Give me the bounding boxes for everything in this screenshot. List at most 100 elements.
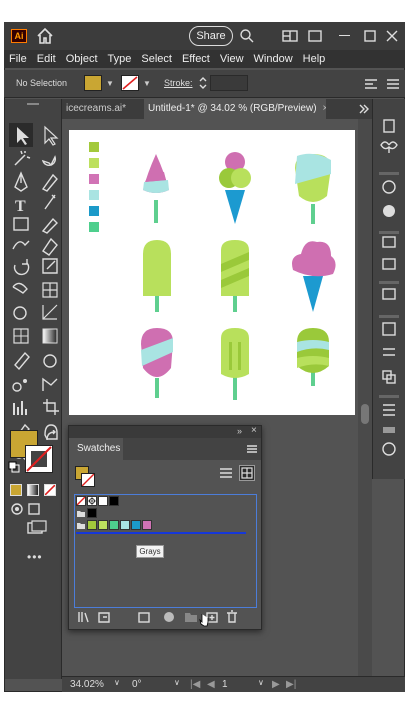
palette-swatch[interactable]	[89, 142, 99, 152]
panel-menu-icon[interactable]	[386, 78, 400, 90]
graph-tool-icon[interactable]	[13, 401, 27, 415]
properties-icon[interactable]	[383, 119, 395, 133]
artboard[interactable]	[69, 130, 355, 415]
curvature-tool-icon[interactable]	[41, 173, 58, 192]
popsicle-lime[interactable]	[143, 240, 171, 312]
delete-swatch-icon[interactable]	[227, 610, 237, 623]
blend-tool-icon[interactable]	[43, 354, 57, 368]
palette-swatch[interactable]	[89, 222, 99, 232]
free-transform-tool-icon[interactable]	[42, 282, 58, 298]
swatch-registration[interactable]	[87, 496, 97, 506]
folder-icon[interactable]	[76, 508, 86, 518]
stroke-weight-field[interactable]	[210, 75, 248, 91]
default-fill-stroke-icon[interactable]	[8, 461, 20, 473]
group-swatch[interactable]	[87, 520, 97, 530]
search-icon[interactable]	[239, 28, 255, 44]
column-graph-tool-icon[interactable]	[42, 377, 58, 391]
stepper-icon[interactable]	[199, 76, 207, 90]
tab-untitled[interactable]: Untitled-1* @ 34.02 % (RGB/Preview) ×	[144, 99, 326, 119]
gradient-mode-button[interactable]	[27, 484, 39, 496]
first-artboard-icon[interactable]: |◀	[190, 679, 200, 690]
stroke-color-box[interactable]	[25, 445, 53, 473]
group-swatch[interactable]	[98, 520, 108, 530]
popsicle-pink-mint[interactable]	[141, 328, 173, 398]
align-panel-icon[interactable]	[383, 348, 395, 356]
gradient-panel-icon[interactable]	[383, 427, 395, 433]
pen-tool-icon[interactable]	[14, 171, 28, 192]
layers-icon[interactable]	[382, 236, 396, 248]
paintbrush-tool-icon[interactable]	[41, 217, 58, 234]
eyedropper-tool-icon[interactable]	[14, 351, 30, 371]
warp-tool-icon[interactable]	[12, 282, 28, 294]
zoom-level[interactable]: 34.02%	[70, 679, 104, 690]
more-tabs-icon[interactable]	[358, 104, 370, 114]
screen-mode-icon[interactable]	[27, 520, 47, 536]
artboards-icon[interactable]	[382, 288, 396, 300]
stroke-swatch[interactable]	[121, 75, 139, 91]
shape-builder-tool-icon[interactable]	[13, 306, 27, 320]
rotation-value[interactable]: 0°	[132, 679, 142, 690]
swatch-libraries-icon[interactable]	[78, 612, 89, 623]
group-swatch[interactable]	[109, 520, 119, 530]
menu-file[interactable]: File	[4, 50, 32, 68]
close-icon[interactable]: ×	[251, 425, 257, 436]
menu-edit[interactable]: Edit	[32, 50, 61, 68]
swatch-gray[interactable]	[87, 508, 97, 518]
menu-view[interactable]: View	[215, 50, 249, 68]
stroke-label[interactable]: Stroke:	[164, 78, 193, 88]
icecream-cone[interactable]	[219, 152, 251, 224]
eraser-tool-icon[interactable]	[42, 237, 58, 256]
show-swatch-kinds-icon[interactable]	[138, 612, 150, 623]
rotate-tool-icon[interactable]	[13, 259, 30, 276]
draw-behind-icon[interactable]	[27, 502, 41, 516]
minimize-button[interactable]	[339, 35, 350, 36]
folder-icon[interactable]	[76, 520, 86, 530]
next-artboard-icon[interactable]: ▶	[272, 679, 280, 690]
menu-effect[interactable]: Effect	[177, 50, 215, 68]
group-swatch[interactable]	[142, 520, 152, 530]
panel-header[interactable]: » ×	[69, 425, 261, 438]
none-mode-button[interactable]	[44, 484, 56, 496]
group-swatch[interactable]	[131, 520, 141, 530]
symbol-sprayer-tool-icon[interactable]	[12, 382, 22, 392]
draw-mode-icon[interactable]	[10, 502, 24, 516]
popsicle-rocket[interactable]	[143, 154, 169, 223]
symbols-icon[interactable]	[380, 141, 398, 153]
more-tools-icon[interactable]: •••	[27, 550, 43, 564]
panel-menu-icon[interactable]	[247, 444, 257, 454]
place-swatches-icon[interactable]	[98, 612, 110, 623]
swatch-white[interactable]	[98, 496, 108, 506]
popsicle-striped[interactable]	[295, 153, 331, 224]
palette-swatch[interactable]	[89, 190, 99, 200]
share-button[interactable]: Share	[189, 26, 233, 46]
popsicle-layered[interactable]	[297, 328, 329, 386]
grid-view-icon[interactable]	[239, 465, 255, 481]
rectangle-tool-icon[interactable]	[13, 217, 29, 231]
magic-wand-tool-icon[interactable]	[14, 150, 31, 166]
scale-tool-icon[interactable]	[42, 258, 58, 274]
scroll-thumb[interactable]	[361, 404, 369, 424]
palette-swatch[interactable]	[89, 206, 99, 216]
workspace-icon[interactable]	[282, 28, 298, 44]
appearance-icon[interactable]	[383, 205, 395, 217]
swatch-black[interactable]	[109, 496, 119, 506]
palette-swatch[interactable]	[89, 158, 99, 168]
swatch-none[interactable]	[76, 496, 86, 506]
close-icon[interactable]	[384, 28, 400, 44]
libraries-icon[interactable]	[382, 258, 396, 270]
align-icon[interactable]	[364, 78, 378, 90]
artboard-tool-icon[interactable]	[43, 399, 59, 415]
vertical-scrollbar[interactable]	[358, 119, 372, 676]
transparency-icon[interactable]	[382, 442, 396, 456]
direct-selection-tool-icon[interactable]	[44, 125, 59, 146]
type-tool-icon[interactable]: T	[15, 198, 26, 215]
fill-swatch[interactable]	[84, 75, 102, 91]
menu-window[interactable]: Window	[249, 50, 298, 68]
menu-select[interactable]: Select	[136, 50, 177, 68]
home-icon[interactable]	[36, 27, 54, 45]
perspective-grid-tool-icon[interactable]	[42, 304, 58, 320]
menu-object[interactable]: Object	[61, 50, 103, 68]
new-color-group-icon[interactable]	[185, 613, 197, 622]
list-view-icon[interactable]	[219, 466, 233, 480]
color-icon[interactable]	[382, 180, 396, 194]
